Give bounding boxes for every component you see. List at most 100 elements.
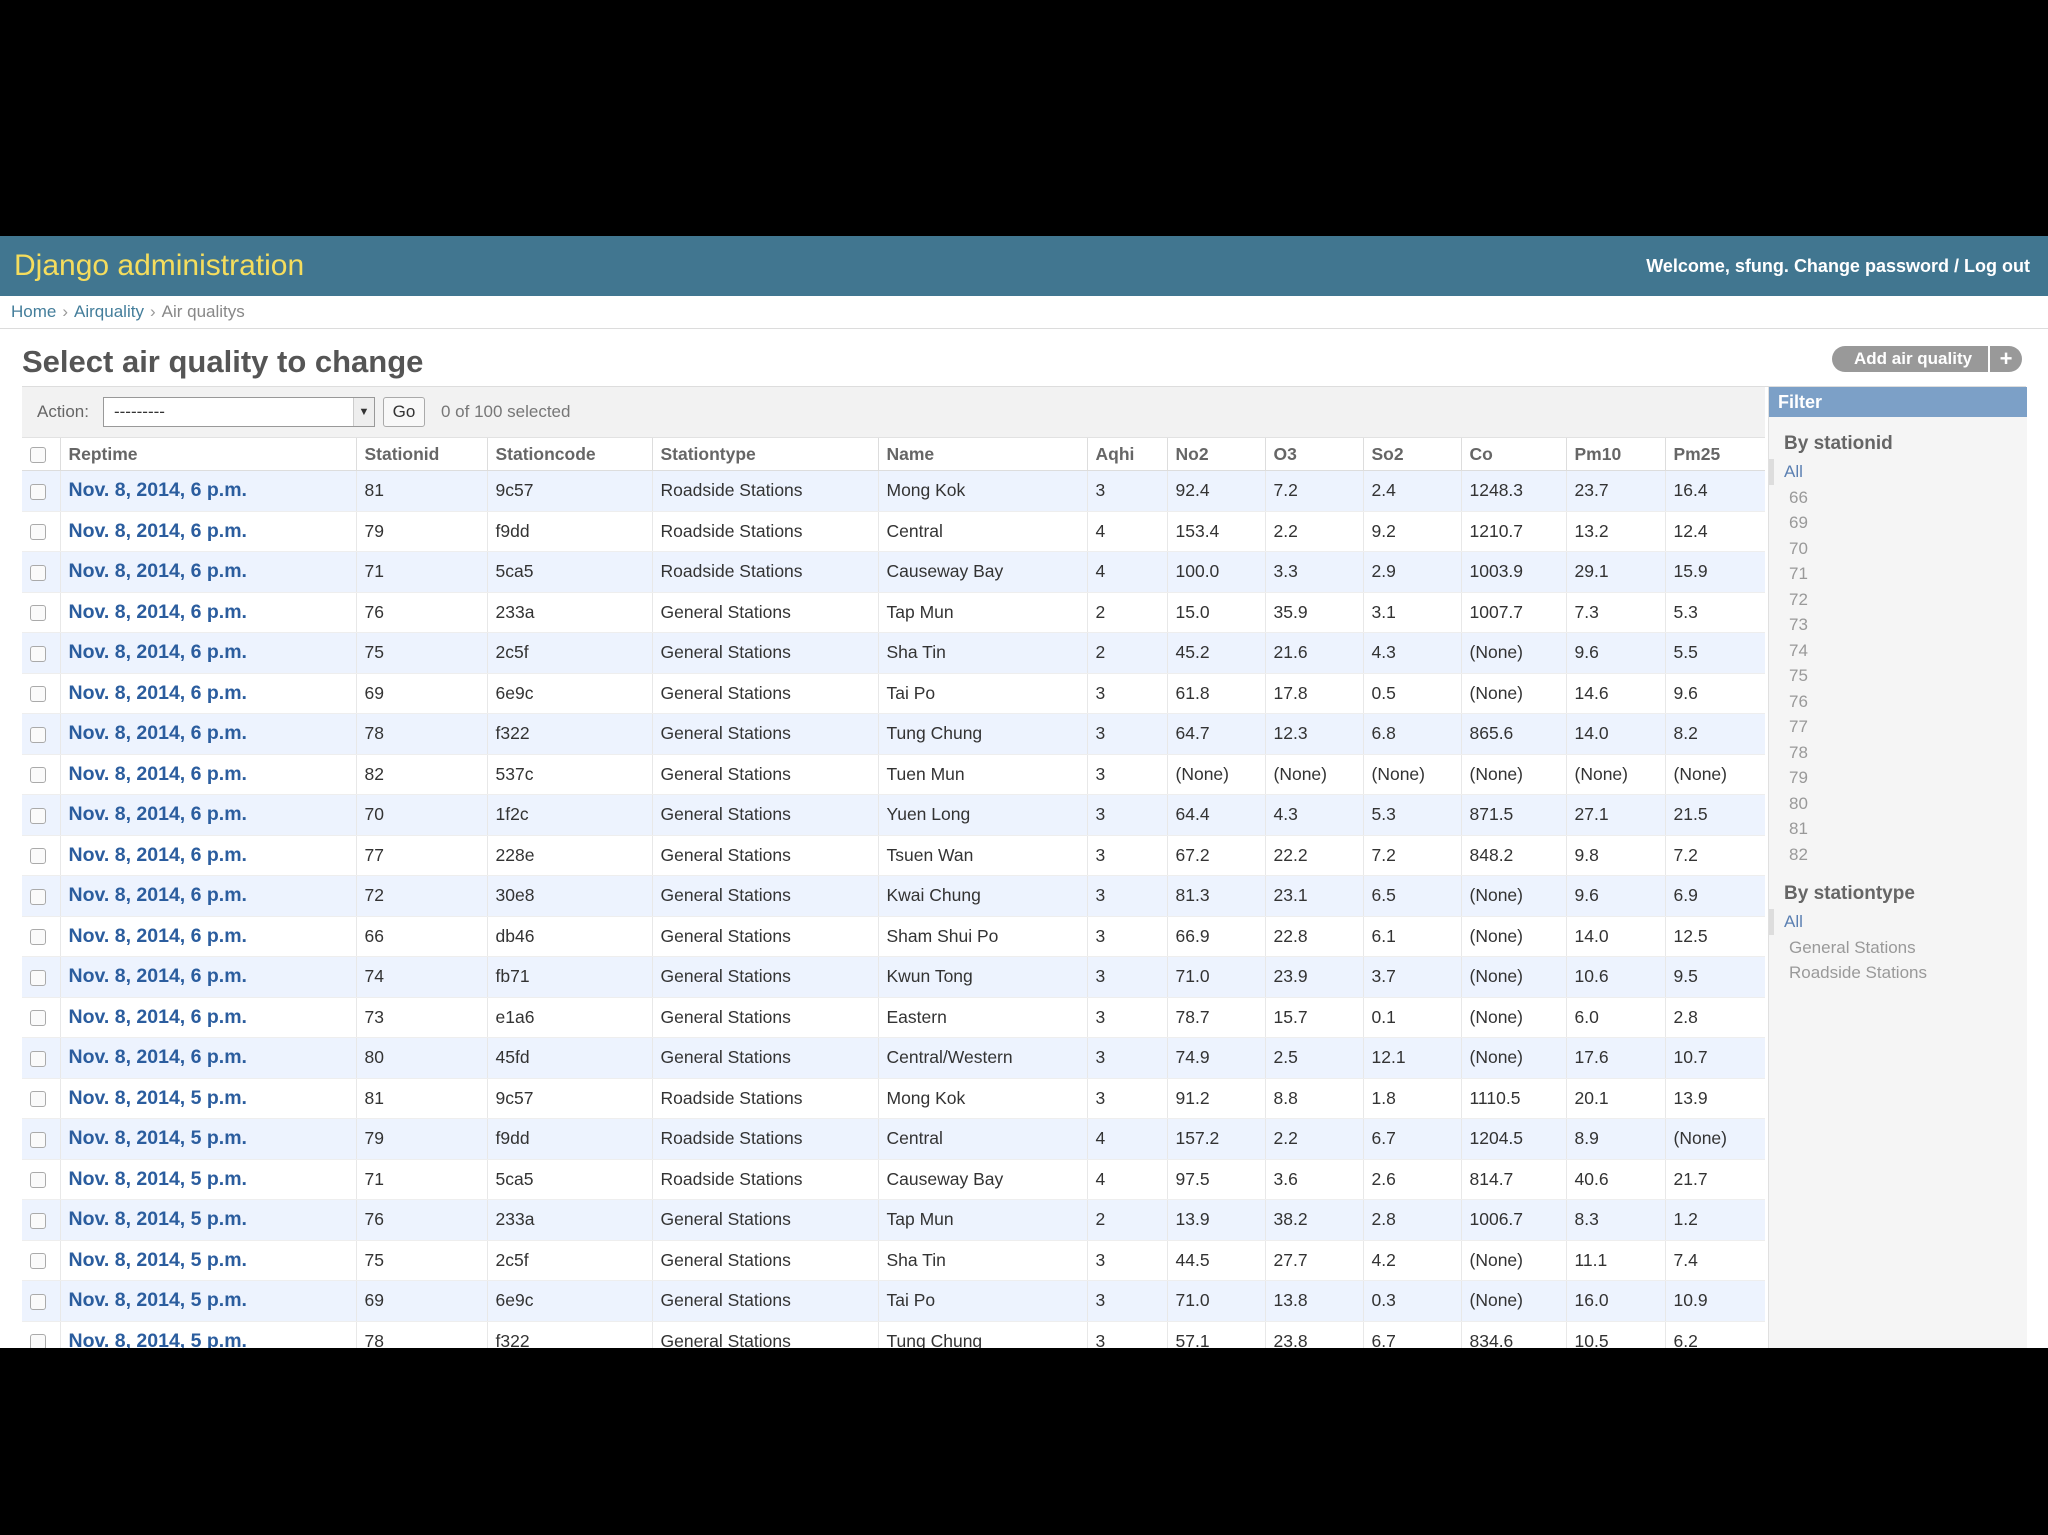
row-checkbox[interactable] <box>30 969 46 986</box>
reptime-link[interactable]: Nov. 8, 2014, 6 p.m. <box>59 956 356 998</box>
row-checkbox[interactable] <box>30 929 46 946</box>
row-checkbox[interactable] <box>30 1050 46 1067</box>
table-cell: 14.0 <box>1565 713 1665 755</box>
table-cell: 100.0 <box>1166 551 1265 593</box>
row-checkbox[interactable] <box>30 605 46 622</box>
row-checkbox[interactable] <box>30 1212 46 1229</box>
go-button[interactable]: Go <box>382 397 425 427</box>
row-checkbox[interactable] <box>30 767 46 784</box>
table-cell: 20.1 <box>1565 1078 1665 1119</box>
filter-option[interactable]: Roadside Stations <box>1769 960 2027 986</box>
reptime-link[interactable]: Nov. 8, 2014, 6 p.m. <box>59 511 356 552</box>
filter-option[interactable]: 75 <box>1769 663 2027 689</box>
table-row: Nov. 8, 2014, 6 p.m. 79 f9dd Roadside Stati… <box>22 511 1765 552</box>
row-checkbox[interactable] <box>30 726 46 743</box>
reptime-link[interactable]: Nov. 8, 2014, 5 p.m. <box>59 1199 356 1241</box>
filter-option[interactable]: 77 <box>1769 714 2027 740</box>
filter-option[interactable]: 76 <box>1769 689 2027 715</box>
column-header[interactable]: Reptime <box>59 438 356 471</box>
reptime-link[interactable]: Nov. 8, 2014, 6 p.m. <box>59 632 356 674</box>
row-checkbox[interactable] <box>30 645 46 662</box>
filter-option[interactable]: 74 <box>1769 638 2027 664</box>
column-header[interactable]: Pm10 <box>1565 438 1665 471</box>
filter-option[interactable]: 66 <box>1769 485 2027 511</box>
filter-option[interactable]: 79 <box>1769 765 2027 791</box>
table-cell: 21.6 <box>1264 632 1363 674</box>
site-title[interactable]: Django administration <box>14 249 304 283</box>
table-cell: 81 <box>355 1078 487 1119</box>
row-checkbox[interactable] <box>30 1010 46 1027</box>
filter-option[interactable]: 81 <box>1769 816 2027 842</box>
reptime-link[interactable]: Nov. 8, 2014, 6 p.m. <box>59 875 356 917</box>
filter-option[interactable]: 72 <box>1769 587 2027 613</box>
filter-option[interactable]: All <box>1769 909 2027 935</box>
action-select[interactable]: --------- ▼ <box>102 397 375 427</box>
row-checkbox[interactable] <box>30 1172 46 1189</box>
filter-list: All General Stations Roadside Stations <box>1769 909 2027 986</box>
row-checkbox[interactable] <box>30 686 46 703</box>
reptime-link[interactable]: Nov. 8, 2014, 5 p.m. <box>59 1280 356 1322</box>
select-all-checkbox[interactable] <box>30 446 46 463</box>
row-checkbox[interactable] <box>30 483 46 500</box>
reptime-link[interactable]: Nov. 8, 2014, 6 p.m. <box>59 713 356 755</box>
row-checkbox[interactable] <box>30 1131 46 1148</box>
reptime-link[interactable]: Nov. 8, 2014, 5 p.m. <box>59 1240 356 1281</box>
column-header[interactable]: Pm25 <box>1664 438 1765 471</box>
filter-option[interactable]: 80 <box>1769 791 2027 817</box>
row-checkbox[interactable] <box>30 888 46 905</box>
column-header[interactable]: Co <box>1460 438 1566 471</box>
column-header[interactable]: O3 <box>1264 438 1363 471</box>
row-checkbox[interactable] <box>30 807 46 824</box>
table-cell: (None) <box>1460 754 1566 795</box>
add-air-quality-button[interactable]: Add air quality + <box>1832 346 2022 372</box>
row-checkbox[interactable] <box>30 524 46 541</box>
row-checkbox[interactable] <box>30 564 46 581</box>
column-header[interactable]: Stationid <box>355 438 487 471</box>
table-cell: Tung Chung <box>877 1321 1087 1348</box>
row-select-cell <box>22 632 60 674</box>
column-header[interactable]: Stationcode <box>486 438 652 471</box>
column-header[interactable]: No2 <box>1166 438 1265 471</box>
filter-heading: By stationtype <box>1784 883 1915 904</box>
reptime-link[interactable]: Nov. 8, 2014, 5 p.m. <box>59 1159 356 1200</box>
row-checkbox[interactable] <box>30 1334 46 1348</box>
table-row: Nov. 8, 2014, 6 p.m. 71 5ca5 Roadside Stati… <box>22 551 1765 593</box>
filter-option[interactable]: All <box>1769 459 2027 485</box>
filter-option[interactable]: 78 <box>1769 740 2027 766</box>
row-checkbox[interactable] <box>30 848 46 865</box>
reptime-link[interactable]: Nov. 8, 2014, 6 p.m. <box>59 470 356 512</box>
column-header[interactable]: Stationtype <box>651 438 878 471</box>
breadcrumb-home[interactable]: Home <box>11 302 56 322</box>
reptime-link[interactable]: Nov. 8, 2014, 6 p.m. <box>59 592 356 633</box>
reptime-link[interactable]: Nov. 8, 2014, 5 p.m. <box>59 1118 356 1160</box>
filter-option[interactable]: 73 <box>1769 612 2027 638</box>
table-cell: Mong Kok <box>877 470 1087 512</box>
reptime-link[interactable]: Nov. 8, 2014, 6 p.m. <box>59 551 356 593</box>
row-checkbox[interactable] <box>30 1091 46 1108</box>
reptime-link[interactable]: Nov. 8, 2014, 6 p.m. <box>59 997 356 1038</box>
table-cell: 7.4 <box>1664 1240 1765 1281</box>
reptime-link[interactable]: Nov. 8, 2014, 5 p.m. <box>59 1078 356 1119</box>
reptime-link[interactable]: Nov. 8, 2014, 6 p.m. <box>59 754 356 795</box>
filter-option[interactable]: 71 <box>1769 561 2027 587</box>
reptime-link[interactable]: Nov. 8, 2014, 6 p.m. <box>59 835 356 876</box>
table-cell: 814.7 <box>1460 1159 1566 1200</box>
filter-option[interactable]: General Stations <box>1769 935 2027 961</box>
filter-option[interactable]: 69 <box>1769 510 2027 536</box>
filter-option[interactable]: 82 <box>1769 842 2027 868</box>
filter-group-stationtype: By stationtype All General Stations Roadsi… <box>1769 883 2027 986</box>
change-password-link[interactable]: Change password <box>1794 256 1949 276</box>
column-header[interactable]: Aqhi <box>1086 438 1167 471</box>
filter-option[interactable]: 70 <box>1769 536 2027 562</box>
reptime-link[interactable]: Nov. 8, 2014, 5 p.m. <box>59 1321 356 1348</box>
column-header[interactable]: So2 <box>1362 438 1461 471</box>
reptime-link[interactable]: Nov. 8, 2014, 6 p.m. <box>59 916 356 957</box>
reptime-link[interactable]: Nov. 8, 2014, 6 p.m. <box>59 1037 356 1079</box>
reptime-link[interactable]: Nov. 8, 2014, 6 p.m. <box>59 794 356 836</box>
column-header[interactable]: Name <box>877 438 1087 471</box>
breadcrumb-airquality[interactable]: Airquality <box>74 302 144 322</box>
row-checkbox[interactable] <box>30 1253 46 1270</box>
reptime-link[interactable]: Nov. 8, 2014, 6 p.m. <box>59 673 356 714</box>
row-checkbox[interactable] <box>30 1293 46 1310</box>
logout-link[interactable]: Log out <box>1964 256 2030 276</box>
